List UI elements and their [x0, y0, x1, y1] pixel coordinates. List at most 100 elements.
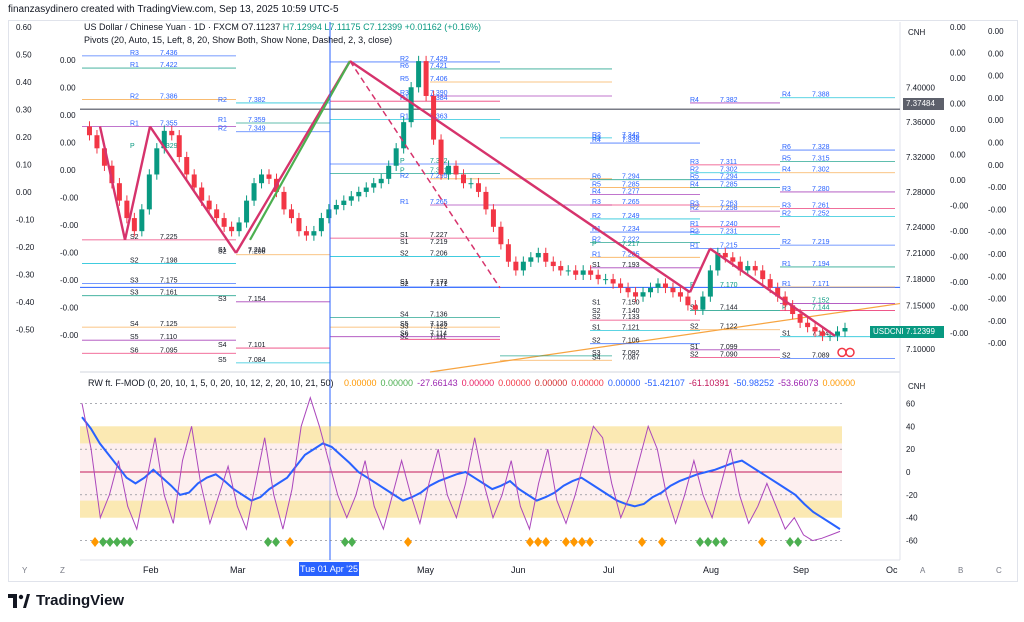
indicator-value: 0.00000 — [343, 378, 377, 388]
left-axis-tick: -0.40 — [16, 298, 35, 307]
pivot-label-value: 7.422 — [160, 62, 178, 69]
time-axis-label: Mar — [230, 565, 246, 575]
candle-body — [288, 209, 294, 219]
corner-b[interactable]: B — [958, 566, 963, 575]
pivot-label-value: 7.265 — [622, 199, 640, 206]
zigzag-line — [123, 126, 152, 241]
candle-body — [655, 283, 661, 288]
line-price-tag: 7.37484 — [903, 98, 944, 110]
pivot-label-value: 7.388 — [812, 92, 830, 99]
pivot-label-type: S1 — [400, 232, 409, 239]
pivot-label-type: S2 — [218, 249, 227, 256]
signal-marker — [106, 537, 114, 547]
price-axis-tick: 7.18000 — [906, 275, 935, 284]
pivot-label-value: 7.349 — [248, 126, 266, 133]
pivot-label-value: 7.294 — [622, 174, 640, 181]
pivot-label-type: S3 — [130, 278, 139, 285]
signal-marker — [696, 537, 704, 547]
candle-body — [767, 279, 773, 288]
right-axis2-tick: 0.00 — [988, 72, 1004, 81]
candle-body — [558, 266, 564, 271]
pivot-label-type: R1 — [592, 251, 601, 258]
candle-body — [94, 135, 100, 149]
candle-body — [543, 252, 549, 262]
price-axis-tick: 7.40000 — [906, 83, 935, 92]
corner-y[interactable]: Y — [22, 566, 27, 575]
signal-marker — [126, 537, 134, 547]
left-axis2-tick: -0.00 — [60, 331, 79, 340]
pivot-label-type: S4 — [400, 312, 409, 319]
pivot-label-type: S2 — [400, 333, 409, 340]
pivot-label-type: R2 — [592, 213, 601, 220]
candle-body — [498, 226, 504, 245]
pivot-label-value: 7.280 — [812, 186, 830, 193]
indicator-value: -50.98252 — [733, 378, 774, 388]
candle-body — [752, 266, 758, 271]
osc-axis-tick: -40 — [906, 514, 918, 523]
pivot-label-value: 7.285 — [622, 182, 640, 189]
signal-marker — [286, 537, 294, 547]
signal-marker — [712, 537, 720, 547]
candle-body — [700, 296, 706, 310]
right-axis2-tick: 0.00 — [988, 116, 1004, 125]
pivot-label-value: 7.089 — [812, 353, 830, 360]
candle-body — [595, 274, 601, 280]
left-axis2-tick: -0.00 — [60, 249, 79, 258]
signal-marker — [113, 537, 121, 547]
pivot-label-type: R3 — [690, 159, 699, 166]
pivot-label-value: 7.261 — [812, 202, 830, 209]
left-axis-tick: -0.30 — [16, 271, 35, 280]
pivot-label-value: 7.193 — [622, 262, 640, 269]
right-axis-tick: -0.00 — [950, 227, 969, 236]
pivot-label-type: P — [782, 305, 787, 312]
pivot-label-value: 7.429 — [430, 56, 448, 63]
candle-body — [386, 165, 392, 179]
left-axis2-tick: 0.00 — [60, 84, 76, 93]
right-axis-tick: -0.00 — [950, 278, 969, 287]
candle-body — [206, 200, 212, 210]
pivot-label-value: 7.302 — [812, 167, 830, 174]
osc-axis-tick: 40 — [906, 422, 915, 431]
indicator-legend[interactable]: RW ft. F-MOD (0, 20, 10, 1, 5, 0, 20, 10… — [84, 378, 855, 388]
close-value: C7.12399 — [363, 22, 403, 32]
signal-marker — [794, 537, 802, 547]
osc-currency: CNH — [908, 382, 926, 391]
pivot-label-value: 7.215 — [720, 243, 738, 250]
corner-a[interactable]: A — [920, 566, 925, 575]
left-axis2-tick: -0.00 — [60, 276, 79, 285]
candle-body — [760, 270, 766, 280]
pivot-label-type: S3 — [218, 296, 227, 303]
candle-body — [461, 174, 466, 184]
zigzag-green-line — [249, 60, 351, 241]
pivot-label-value: 7.315 — [812, 155, 830, 162]
candle-body — [610, 279, 616, 284]
pivot-label-value: 7.150 — [622, 299, 640, 306]
pivot-label-type: R2 — [400, 56, 409, 63]
indicator-value: 0.00000 — [380, 378, 414, 388]
pivot-label-type: S3 — [400, 324, 409, 331]
pivot-label-value: 7.227 — [430, 232, 448, 239]
signal-marker — [404, 537, 412, 547]
pivots-label[interactable]: Pivots (20, Auto, 15, Left, 8, 20, Show … — [84, 35, 392, 45]
candle-body — [618, 283, 624, 288]
candle-body — [603, 279, 609, 281]
pivot-label-type: S1 — [592, 299, 601, 306]
pivot-label-type: S1 — [400, 279, 409, 286]
right-axis2-tick: 0.00 — [988, 27, 1004, 36]
time-axis-label: Aug — [703, 565, 719, 575]
pivot-label-type: R2 — [218, 97, 227, 104]
indicator-value: 0.00000 — [607, 378, 641, 388]
pivot-label-value: 7.090 — [720, 352, 738, 359]
corner-z[interactable]: Z — [60, 566, 65, 575]
pivot-label-value: 7.234 — [622, 226, 640, 233]
signal-marker — [348, 537, 356, 547]
pivot-label-type: S3 — [130, 290, 139, 297]
candle-body — [490, 209, 496, 227]
corner-c[interactable]: C — [996, 566, 1002, 575]
pivot-label-type: R1 — [218, 117, 227, 124]
signal-marker — [264, 537, 272, 547]
chart-canvas[interactable]: R3 7.436R1 7.422R2 7.386R1 7.355P 7.329S2 7.22… — [0, 0, 1024, 622]
pivot-label-type: R6 — [400, 63, 409, 70]
candle-body — [311, 231, 317, 236]
price-axis-tick: 7.15000 — [906, 301, 935, 310]
